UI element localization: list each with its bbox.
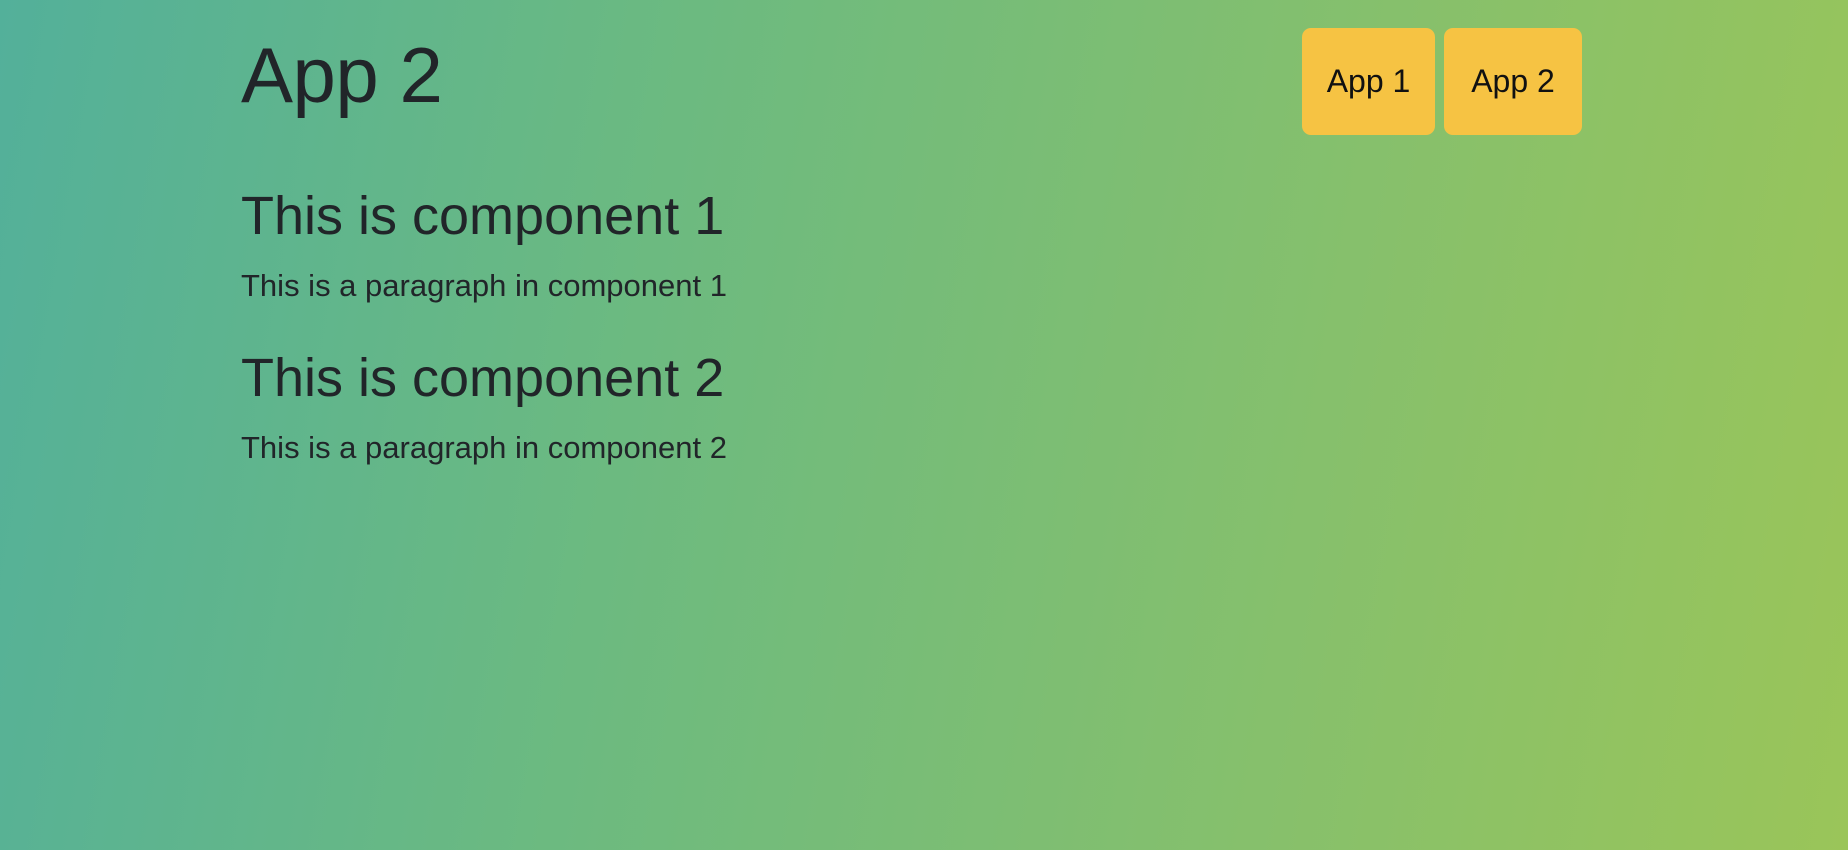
component-1-heading: This is component 1 bbox=[241, 186, 725, 246]
component-2-heading: This is component 2 bbox=[241, 348, 725, 408]
app-container: App 2 App 1 App 2 This is component 1 Th… bbox=[241, 0, 1582, 850]
component-1: This is component 1 This is a paragraph … bbox=[241, 183, 727, 305]
app-switcher-nav: App 1 App 2 bbox=[1302, 28, 1582, 135]
app-2-button[interactable]: App 2 bbox=[1444, 28, 1582, 135]
component-1-paragraph: This is a paragraph in component 1 bbox=[241, 268, 727, 303]
page-title: App 2 bbox=[241, 31, 443, 119]
app-1-button[interactable]: App 1 bbox=[1302, 28, 1435, 135]
component-2-paragraph: This is a paragraph in component 2 bbox=[241, 430, 727, 465]
component-2: This is component 2 This is a paragraph … bbox=[241, 345, 727, 467]
